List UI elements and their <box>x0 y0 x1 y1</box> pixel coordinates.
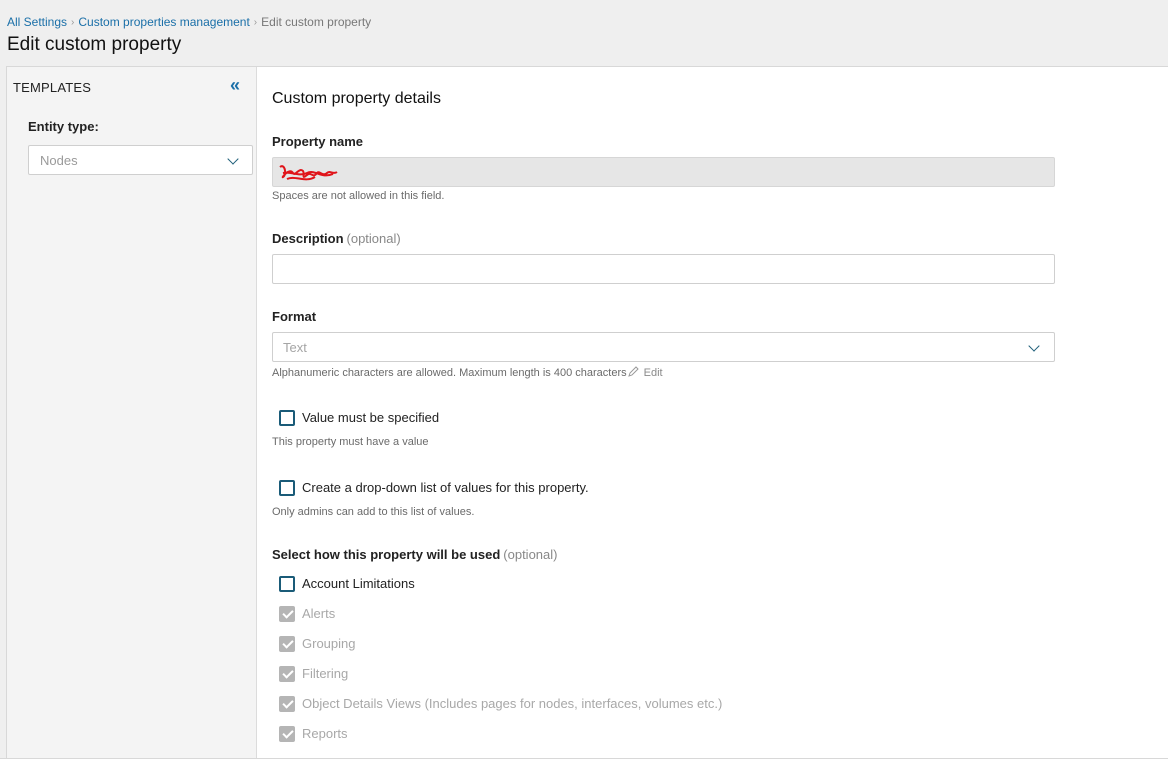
property-name-field <box>272 157 1055 187</box>
pencil-icon[interactable] <box>627 366 640 377</box>
chevron-down-icon <box>227 153 239 165</box>
usage-label-text: Select how this property will be used <box>272 547 501 562</box>
footer-bar <box>0 758 1168 774</box>
usage-checkbox <box>279 666 295 682</box>
dropdown-list-hint: Only admins can add to this list of valu… <box>272 506 475 518</box>
format-hint-text: Alphanumeric characters are allowed. Max… <box>272 367 627 379</box>
property-name-hint: Spaces are not allowed in this field. <box>272 190 445 202</box>
breadcrumb: All Settings › Custom properties managemen… <box>7 15 371 29</box>
section-title: Custom property details <box>272 90 441 107</box>
format-label: Format <box>272 309 317 324</box>
usage-checkbox <box>279 606 295 622</box>
usage-item-label: Reports <box>302 726 348 741</box>
redaction-scribble <box>279 165 338 181</box>
description-label-text: Description <box>272 231 344 246</box>
entity-type-select[interactable]: Nodes <box>28 145 253 175</box>
sidebar-title: TEMPLATES <box>13 80 92 95</box>
entity-type-label: Entity type: <box>28 119 99 134</box>
description-optional: (optional) <box>346 231 401 246</box>
format-select[interactable]: Text <box>272 332 1055 362</box>
usage-item-label: Filtering <box>302 666 349 681</box>
breadcrumb-custom-properties[interactable]: Custom properties management <box>78 15 249 29</box>
value-required-checkbox[interactable] <box>279 410 295 426</box>
dropdown-list-checkbox[interactable] <box>279 480 295 496</box>
usage-item-label: Alerts <box>302 606 336 621</box>
usage-checkbox <box>279 696 295 712</box>
chevron-down-icon <box>1028 340 1040 352</box>
format-edit-link[interactable]: Edit <box>644 367 663 379</box>
value-required-hint: This property must have a value <box>272 436 429 448</box>
breadcrumb-all-settings[interactable]: All Settings <box>7 15 67 29</box>
value-required-label[interactable]: Value must be specified <box>302 410 439 425</box>
format-hint: Alphanumeric characters are allowed. Max… <box>272 365 663 379</box>
breadcrumb-separator-icon: › <box>71 17 75 28</box>
description-label: Description (optional) <box>272 231 401 246</box>
usage-checkbox <box>279 636 295 652</box>
breadcrumb-separator-icon: › <box>253 17 258 28</box>
usage-label: Select how this property will be used (op… <box>272 547 557 562</box>
custom-property-form: Custom property details Property name Sp… <box>272 67 1162 758</box>
dropdown-list-label[interactable]: Create a drop-down list of values for th… <box>302 480 589 495</box>
usage-item-label: Grouping <box>302 636 356 651</box>
entity-type-value: Nodes <box>40 153 78 168</box>
templates-sidebar: TEMPLATES « Entity type: Nodes <box>7 67 257 758</box>
collapse-sidebar-icon[interactable]: « <box>230 76 244 94</box>
page-title: Edit custom property <box>7 34 182 55</box>
usage-checkbox <box>279 726 295 742</box>
property-name-label: Property name <box>272 134 364 149</box>
main-panel: TEMPLATES « Entity type: Nodes Custom pr… <box>6 66 1168 758</box>
usage-item-label[interactable]: Account Limitations <box>302 576 415 591</box>
format-value: Text <box>283 340 307 355</box>
usage-optional: (optional) <box>503 547 558 562</box>
description-input[interactable] <box>272 254 1055 284</box>
usage-item-label: Object Details Views (Includes pages for… <box>302 696 723 711</box>
usage-checkbox[interactable] <box>279 576 295 592</box>
breadcrumb-current: Edit custom property <box>261 15 372 29</box>
